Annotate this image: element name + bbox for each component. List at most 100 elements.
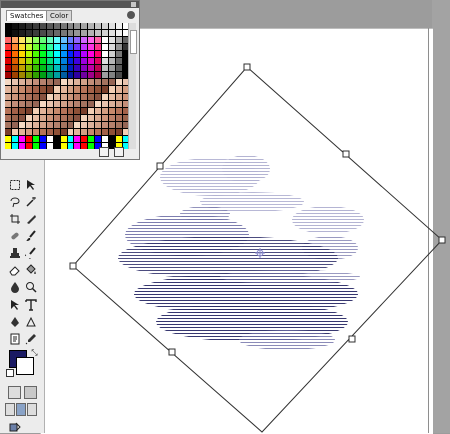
swatch-cell[interactable] — [11, 93, 18, 100]
eyedropper-tool[interactable] — [24, 332, 37, 345]
swatch-cell[interactable] — [116, 30, 123, 37]
swatch-cell[interactable] — [74, 51, 81, 58]
swatch-cell[interactable] — [109, 107, 116, 114]
swatch-cell[interactable] — [25, 23, 32, 30]
swatch-cell[interactable] — [74, 135, 81, 142]
swatch-cell[interactable] — [74, 65, 81, 72]
swatch-cell[interactable] — [60, 65, 67, 72]
paint-bucket-tool[interactable] — [24, 263, 37, 276]
swatch-cell[interactable] — [95, 51, 102, 58]
swatch-cell[interactable] — [102, 72, 109, 79]
swatch-cell[interactable] — [46, 128, 53, 135]
swatch-cell[interactable] — [74, 107, 81, 114]
swatch-cell[interactable] — [25, 121, 32, 128]
swatch-cell[interactable] — [109, 51, 116, 58]
swatch-cell[interactable] — [95, 65, 102, 72]
swatch-cell[interactable] — [67, 100, 74, 107]
lasso-tool[interactable] — [8, 195, 21, 208]
swatch-cell[interactable] — [11, 121, 18, 128]
swatch-cell[interactable] — [18, 58, 25, 65]
swatch-cell[interactable] — [60, 23, 67, 30]
swatch-cell[interactable] — [88, 37, 95, 44]
swatch-cell[interactable] — [116, 65, 123, 72]
handle-left-bottom-mid[interactable] — [168, 348, 176, 356]
swatch-cell[interactable] — [53, 93, 60, 100]
swatch-cell[interactable] — [88, 30, 95, 37]
swatch-cell[interactable] — [109, 72, 116, 79]
swatch-cell[interactable] — [67, 142, 74, 149]
swatch-cell[interactable] — [67, 72, 74, 79]
path-selection-tool[interactable] — [8, 298, 21, 311]
swatch-cell[interactable] — [11, 72, 18, 79]
swatch-cell[interactable] — [5, 30, 11, 37]
swatch-cell[interactable] — [11, 58, 18, 65]
swatch-cell[interactable] — [67, 37, 74, 44]
swatch-cell[interactable] — [18, 114, 25, 121]
swatch-cell[interactable] — [18, 30, 25, 37]
swatch-cell[interactable] — [95, 86, 102, 93]
panel-menu-icon[interactable] — [127, 11, 135, 19]
swatch-cell[interactable] — [18, 37, 25, 44]
swatch-cell[interactable] — [67, 44, 74, 51]
swatch-cell[interactable] — [53, 30, 60, 37]
swatch-cell[interactable] — [46, 114, 53, 121]
swatch-cell[interactable] — [5, 93, 11, 100]
swatch-cell[interactable] — [116, 58, 123, 65]
swatch-cell[interactable] — [67, 114, 74, 121]
swatch-cell[interactable] — [109, 121, 116, 128]
swatch-cell[interactable] — [25, 58, 32, 65]
swatch-cell[interactable] — [102, 30, 109, 37]
swatch-cell[interactable] — [32, 37, 39, 44]
swatch-cell[interactable] — [32, 23, 39, 30]
swatch-cell[interactable] — [11, 128, 18, 135]
swatch-cell[interactable] — [81, 135, 88, 142]
swatch-cell[interactable] — [109, 114, 116, 121]
swatch-cell[interactable] — [25, 30, 32, 37]
swatch-cell[interactable] — [32, 58, 39, 65]
swatch-cell[interactable] — [109, 100, 116, 107]
swatch-cell[interactable] — [116, 135, 123, 142]
swatch-cell[interactable] — [25, 107, 32, 114]
swatch-cell[interactable] — [60, 72, 67, 79]
swatch-cell[interactable] — [95, 93, 102, 100]
swatch-cell[interactable] — [18, 135, 25, 142]
default-colors-icon[interactable] — [6, 369, 14, 377]
swatch-cell[interactable] — [109, 44, 116, 51]
swatch-cell[interactable] — [60, 58, 67, 65]
swatch-cell[interactable] — [116, 100, 123, 107]
swatch-cell[interactable] — [109, 30, 116, 37]
swatch-cell[interactable] — [74, 86, 81, 93]
swatch-cell[interactable] — [88, 72, 95, 79]
swatch-cell[interactable] — [32, 93, 39, 100]
close-icon[interactable] — [131, 2, 136, 7]
swatch-cell[interactable] — [116, 128, 123, 135]
swatch-cell[interactable] — [95, 121, 102, 128]
swatch-cell[interactable] — [81, 30, 88, 37]
swatch-cell[interactable] — [67, 65, 74, 72]
swatch-cell[interactable] — [25, 128, 32, 135]
swatch-cell[interactable] — [11, 142, 18, 149]
swatch-cell[interactable] — [46, 107, 53, 114]
swatch-cell[interactable] — [81, 128, 88, 135]
swatch-cell[interactable] — [11, 37, 18, 44]
swatch-cell[interactable] — [95, 72, 102, 79]
healing-brush-tool[interactable] — [8, 229, 21, 242]
swatch-cell[interactable] — [88, 86, 95, 93]
swatch-cell[interactable] — [18, 93, 25, 100]
swatch-cell[interactable] — [116, 51, 123, 58]
crop-tool[interactable] — [8, 212, 21, 225]
swatch-cell[interactable] — [116, 44, 123, 51]
swatch-cell[interactable] — [81, 72, 88, 79]
swatch-cell[interactable] — [46, 44, 53, 51]
swatch-cell[interactable] — [60, 44, 67, 51]
swatch-cell[interactable] — [74, 93, 81, 100]
swatch-cell[interactable] — [46, 72, 53, 79]
magic-wand-tool[interactable] — [24, 195, 37, 208]
swatch-cell[interactable] — [95, 79, 102, 86]
swatch-cell[interactable] — [46, 23, 53, 30]
swatch-cell[interactable] — [67, 107, 74, 114]
swatch-cell[interactable] — [67, 135, 74, 142]
swatch-cell[interactable] — [39, 114, 46, 121]
type-tool[interactable] — [24, 298, 37, 311]
swatch-cell[interactable] — [39, 142, 46, 149]
